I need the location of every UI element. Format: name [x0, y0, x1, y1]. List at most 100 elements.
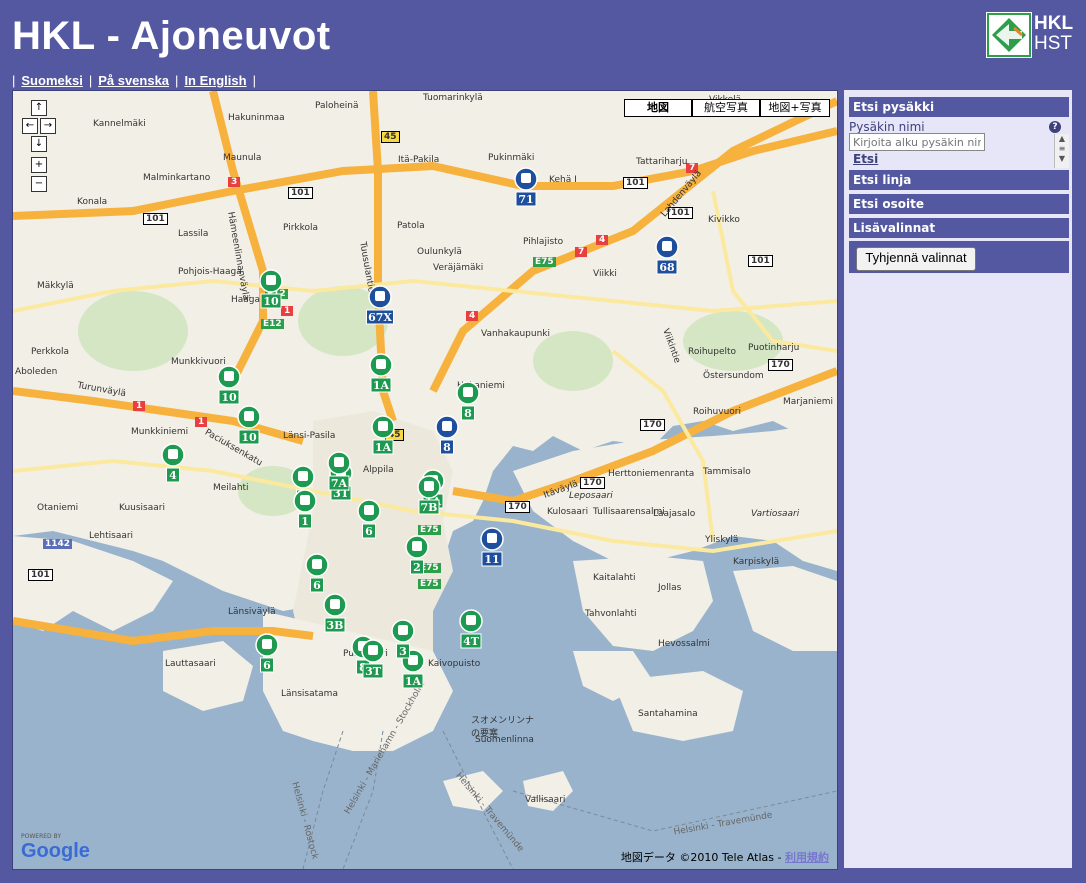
vehicle-glyph — [330, 599, 340, 609]
tram-marker[interactable]: 3B — [323, 593, 347, 633]
tram-marker[interactable]: 6 — [357, 499, 381, 539]
line-number: 11 — [484, 553, 499, 566]
tram-marker[interactable]: 3T — [361, 639, 385, 679]
copyright-text: 地図データ ©2010 Tele Atlas - — [620, 851, 782, 864]
vehicle-glyph — [662, 241, 672, 251]
zoom-in-button[interactable]: + — [31, 157, 47, 173]
line-number: 6 — [263, 659, 271, 672]
vehicle-glyph — [521, 173, 531, 183]
zoom-out-button[interactable]: − — [31, 176, 47, 192]
vehicle-glyph — [368, 645, 378, 655]
line-number: 68 — [659, 261, 675, 274]
vehicle-glyph — [312, 559, 322, 569]
pan-down-button[interactable]: ↓ — [31, 136, 47, 152]
pan-up-button[interactable]: ↑ — [31, 100, 47, 116]
maptype-hybrid-button[interactable]: 地図+写真 — [760, 99, 830, 117]
tram-marker[interactable]: 2 — [405, 535, 429, 575]
hkl-logo-icon — [986, 12, 1032, 58]
language-bar: | Suomeksi | På svenska | In English | — [12, 73, 256, 88]
maptype-satellite-button[interactable]: 航空写真 — [692, 99, 760, 117]
bus-marker[interactable]: 71 — [514, 167, 538, 207]
stop-scrollbar[interactable]: ▲ ≡ ▼ — [1054, 134, 1069, 168]
line-number: 7A — [331, 477, 348, 490]
tram-marker[interactable]: 1A — [369, 353, 393, 393]
map-copyright: 地図データ ©2010 Tele Atlas - 利用規約 — [621, 849, 829, 865]
tram-marker[interactable]: 6 — [255, 633, 279, 673]
hkl-logo: HKL HST — [986, 12, 1076, 58]
line-number: 8 — [464, 407, 472, 420]
vehicle-glyph — [463, 387, 473, 397]
bus-marker[interactable]: 67X — [366, 285, 394, 325]
vehicle-glyph — [466, 615, 476, 625]
side-panel: Etsi pysäkki Pysäkin nimi ? ▲≡▼ Etsi Ets… — [844, 90, 1072, 868]
clear-selections-button[interactable]: Tyhjennä valinnat — [856, 247, 976, 271]
vehicle-glyph — [168, 449, 178, 459]
bus-marker[interactable]: 8 — [435, 415, 459, 455]
lang-swedish-link[interactable]: På svenska — [98, 73, 169, 88]
tram-marker[interactable]: 4T — [459, 609, 483, 649]
google-wordmark: Google — [21, 840, 90, 862]
line-number: 7B — [421, 501, 438, 514]
vehicle-glyph — [300, 495, 310, 505]
line-number: 8 — [443, 441, 451, 454]
line-number: 4T — [463, 635, 480, 648]
tram-marker[interactable]: 7B — [417, 475, 441, 515]
line-number: 10 — [221, 391, 237, 404]
line-number: 67X — [368, 311, 392, 324]
pan-left-button[interactable]: ← — [22, 118, 38, 134]
tram-marker[interactable]: 7A — [327, 451, 351, 491]
vehicle-glyph — [424, 481, 434, 491]
stop-search-link[interactable]: Etsi — [853, 152, 878, 166]
tram-marker[interactable]: 8 — [456, 381, 480, 421]
stop-name-label: Pysäkin nimi — [849, 120, 925, 134]
line-number: 6 — [365, 525, 373, 538]
find-address-header[interactable]: Etsi osoite — [849, 194, 1069, 214]
vehicle-glyph — [224, 371, 234, 381]
find-line-header[interactable]: Etsi linja — [849, 170, 1069, 190]
pan-right-button[interactable]: → — [40, 118, 56, 134]
tram-marker[interactable]: 10 — [217, 365, 241, 405]
vehicle-map[interactable]: 101 101 101 101 101 101 45 45 3 7 7 4 4 … — [12, 90, 838, 870]
vehicle-glyph — [298, 471, 308, 481]
vehicle-glyph — [375, 291, 385, 301]
stop-name-input[interactable] — [849, 133, 985, 151]
vehicle-glyph — [378, 421, 388, 431]
line-number: 6 — [313, 579, 321, 592]
tram-marker[interactable]: 1A — [371, 415, 395, 455]
more-options-header[interactable]: Lisävalinnat — [849, 218, 1069, 238]
find-stop-header[interactable]: Etsi pysäkki — [849, 97, 1069, 117]
vehicle-glyph — [334, 457, 344, 467]
bus-marker[interactable]: 11 — [480, 527, 504, 567]
logo-text-hst: HST — [1034, 33, 1072, 54]
clear-area: Tyhjennä valinnat — [849, 241, 1069, 273]
line-number: 1A — [373, 379, 390, 392]
tram-marker[interactable]: 10 — [259, 269, 283, 309]
line-number: 1 — [301, 515, 309, 528]
vehicle-glyph — [376, 359, 386, 369]
line-number: 3T — [365, 665, 382, 678]
line-number: 71 — [518, 193, 533, 206]
help-icon[interactable]: ? — [1049, 121, 1061, 133]
line-number: 4 — [169, 469, 177, 482]
find-stop-section: Pysäkin nimi ? ▲≡▼ Etsi — [849, 120, 1069, 168]
lang-english-link[interactable]: In English — [184, 73, 246, 88]
bus-marker[interactable]: 68 — [655, 235, 679, 275]
vehicle-glyph — [262, 639, 272, 649]
logo-text-hkl: HKL — [1034, 13, 1074, 34]
vehicle-glyph — [412, 541, 422, 551]
vehicle-glyph — [442, 421, 452, 431]
line-number: 1A — [405, 675, 422, 688]
tram-marker[interactable]: 4 — [161, 443, 185, 483]
vehicle-glyph — [266, 275, 276, 285]
tram-marker[interactable]: 1 — [293, 489, 317, 529]
google-powered-text: POWERED BY — [21, 833, 62, 840]
tram-marker[interactable]: 10 — [237, 405, 261, 445]
vehicle-glyph — [364, 505, 374, 515]
google-logo: POWERED BY Google — [21, 833, 90, 863]
tram-marker[interactable]: 6 — [305, 553, 329, 593]
maptype-map-button[interactable]: 地図 — [624, 99, 692, 117]
lang-finnish-link[interactable]: Suomeksi — [21, 73, 82, 88]
terms-link[interactable]: 利用規約 — [785, 851, 829, 864]
line-number: 10 — [241, 431, 257, 444]
line-number: 1A — [375, 441, 392, 454]
